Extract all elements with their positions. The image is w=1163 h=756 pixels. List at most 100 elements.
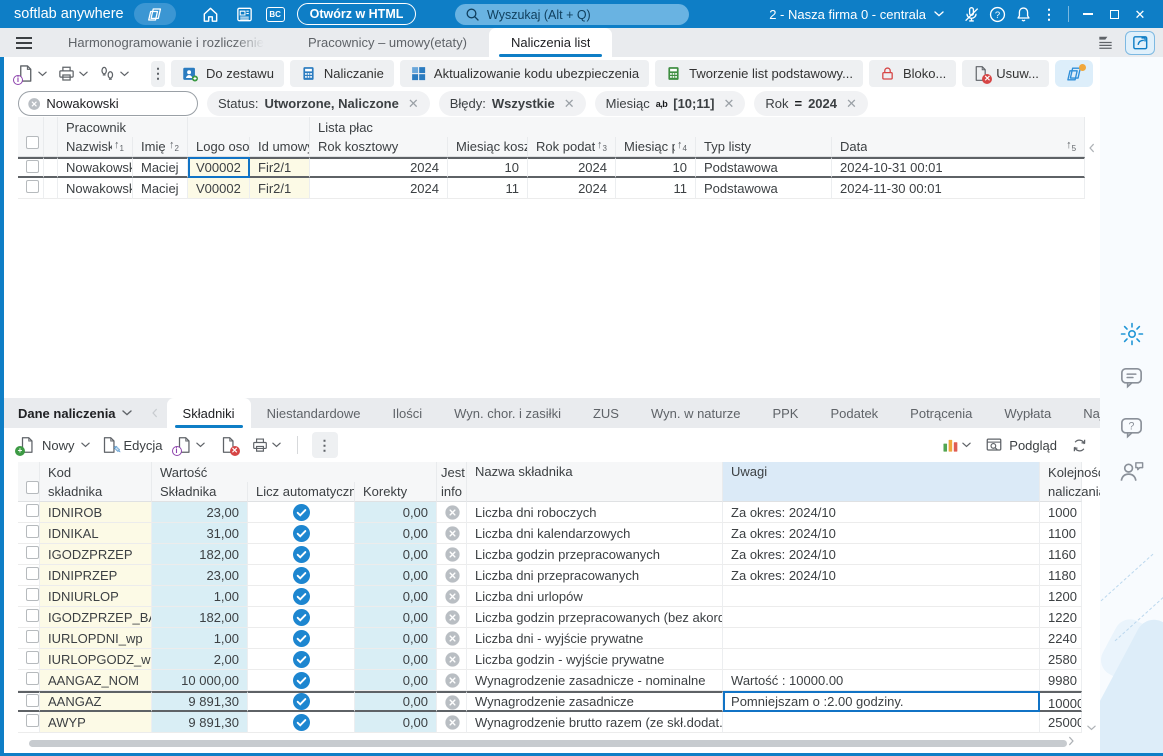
row-checkbox[interactable] xyxy=(18,523,40,544)
cell-nazwa[interactable]: Liczba dni roboczych xyxy=(467,502,724,523)
cell-korekty[interactable]: 0,00 xyxy=(355,565,438,586)
global-search[interactable]: Wyszukaj (Alt + Q) xyxy=(455,4,689,25)
cell-nazwa[interactable]: Liczba dni kalendarzowych xyxy=(467,523,724,544)
cell-rok-kosztowy[interactable]: 2024 xyxy=(310,178,448,199)
col-typ-listy[interactable]: Typ listy xyxy=(696,137,832,157)
col-imie[interactable]: Imię ↑2 xyxy=(133,137,188,157)
cell-rok-podatkowy[interactable]: 2024 xyxy=(528,157,616,178)
table-row[interactable]: IGODZPRZEP 182,00 0,00 Liczba godzin prz… xyxy=(18,544,1083,565)
col-id-umowy[interactable]: Id umowy xyxy=(250,137,310,157)
print-button[interactable] xyxy=(55,64,90,83)
clear-search-icon[interactable] xyxy=(28,97,40,111)
cell-licz-automatycznie[interactable] xyxy=(248,712,355,734)
cell-jest-info[interactable] xyxy=(437,586,468,607)
scroll-right-icon[interactable] xyxy=(1067,738,1076,744)
cell-korekty[interactable]: 0,00 xyxy=(355,712,438,734)
cell-nazwa[interactable]: Wynagrodzenie zasadnicze - nominalne xyxy=(467,670,724,691)
filter-chip-miesiac[interactable]: Miesiąc a,b [10;11] ✕ xyxy=(594,91,746,116)
do-zestawu-button[interactable]: Do zestawu xyxy=(171,60,284,87)
naliczanie-button[interactable]: Naliczanie xyxy=(289,60,394,87)
cell-korekty[interactable]: 0,00 xyxy=(355,502,438,523)
cell-nazwa[interactable]: Liczba dni urlopów xyxy=(467,586,724,607)
select-all-checkbox[interactable] xyxy=(18,462,40,502)
cell-kod[interactable]: IGODZPRZEP_BA xyxy=(40,607,152,628)
cell-kolejnosc[interactable]: 1200 xyxy=(1040,586,1083,607)
main-menu-button[interactable] xyxy=(0,28,46,57)
chip-close-icon[interactable]: ✕ xyxy=(408,96,419,112)
cell-jest-info[interactable] xyxy=(437,607,468,628)
cell-kolejnosc[interactable]: 1100 xyxy=(1040,523,1083,544)
col-kolejnosc-line2[interactable]: naliczania xyxy=(1040,482,1106,502)
help-button[interactable] xyxy=(984,2,1010,26)
col-kod-line2[interactable]: składnika xyxy=(40,482,152,502)
cell-jest-info[interactable] xyxy=(437,544,468,565)
cell-nazwa[interactable]: Liczba godzin - wyjście prywatne xyxy=(467,649,724,670)
cell-nazwa[interactable]: Liczba godzin przepracowanych xyxy=(467,544,724,565)
contact-support-button[interactable] xyxy=(1117,457,1146,486)
cell-kod[interactable]: IDNIPRZEP xyxy=(40,565,152,586)
cell-id-umowy[interactable]: Fir2/1 xyxy=(250,178,310,199)
cell-korekty[interactable]: 0,00 xyxy=(355,670,438,691)
cell-nazwa[interactable]: Wynagrodzenie zasadnicze xyxy=(467,691,724,713)
print-components-button[interactable] xyxy=(249,436,283,454)
cell-nazwa[interactable]: Liczba godzin przepracowanych (bez akord… xyxy=(467,607,724,628)
horizontal-scrollbar[interactable] xyxy=(29,740,1067,747)
col-uwagi[interactable]: Uwagi xyxy=(723,462,1041,502)
col-nazwa-skladnika[interactable]: Nazwa składnika xyxy=(467,462,724,502)
cell-miesiac-kosztowy[interactable]: 10 xyxy=(448,157,528,178)
list-search-box[interactable] xyxy=(18,91,198,116)
chip-close-icon[interactable]: ✕ xyxy=(723,96,734,112)
cell-licz-automatycznie[interactable] xyxy=(248,628,355,649)
select-all-checkbox[interactable] xyxy=(18,117,44,157)
tab-wyplata[interactable]: Wypłata xyxy=(988,398,1067,428)
cell-jest-info[interactable] xyxy=(437,565,468,586)
cell-korekty[interactable]: 0,00 xyxy=(355,523,438,544)
feedback-button[interactable] xyxy=(1117,363,1146,392)
cell-miesiac-podatkowy[interactable]: 11 xyxy=(616,178,696,199)
list-search-input[interactable] xyxy=(46,96,188,111)
cell-data[interactable]: 2024-11-30 00:01 xyxy=(832,178,1086,199)
cell-licz-automatycznie[interactable] xyxy=(248,565,355,586)
cell-licz-automatycznie[interactable] xyxy=(248,586,355,607)
cell-uwagi[interactable]: Pomniejszam o :2.00 godziny. xyxy=(723,691,1041,713)
cell-typ-listy[interactable]: Podstawowa xyxy=(696,178,832,199)
cell-jest-info[interactable] xyxy=(437,691,468,713)
table-row[interactable]: Nowakowski Maciej V00002 Fir2/1 2024 11 … xyxy=(18,178,1086,199)
cell-kolejnosc[interactable]: 1220 xyxy=(1040,607,1083,628)
col-skladnika[interactable]: Składnika xyxy=(152,482,248,502)
table-row[interactable]: IDNIROB 23,00 0,00 Liczba dni roboczych … xyxy=(18,502,1083,523)
row-checkbox[interactable] xyxy=(18,544,40,565)
row-checkbox[interactable] xyxy=(18,178,44,199)
cell-kolejnosc[interactable]: 10000 xyxy=(1040,691,1083,713)
more-options-button[interactable]: ⋮ xyxy=(1036,2,1062,26)
cell-jest-info[interactable] xyxy=(437,523,468,544)
col-data[interactable]: Data ↑5 xyxy=(832,137,1086,157)
col-logo-osoby[interactable]: Logo osoby xyxy=(188,137,250,157)
components-more-button[interactable]: ⋮ xyxy=(311,432,338,458)
cell-licz-automatycznie[interactable] xyxy=(248,523,355,544)
cell-kod[interactable]: IDNIURLOP xyxy=(40,586,152,607)
col-miesiac-kosztowy[interactable]: Miesiąc kosztowy xyxy=(448,137,528,157)
tab-zus[interactable]: ZUS xyxy=(577,398,635,428)
table-row[interactable]: IURLOPGODZ_wp 2,00 0,00 Liczba godzin - … xyxy=(18,649,1083,670)
cell-nazwisko[interactable]: Nowakowski xyxy=(58,178,133,199)
row-checkbox[interactable] xyxy=(18,670,40,691)
filter-chip-bledy[interactable]: Błędy: Wszystkie ✕ xyxy=(438,91,586,116)
scroll-down-icon[interactable] xyxy=(1087,725,1096,731)
cell-nazwa[interactable]: Liczba dni przepracowanych xyxy=(467,565,724,586)
cell-kolejnosc[interactable]: 1000 xyxy=(1040,502,1083,523)
row-checkbox[interactable] xyxy=(18,502,40,523)
preview-button[interactable]: Podgląd xyxy=(985,436,1057,454)
microphone-muted-button[interactable] xyxy=(958,2,984,26)
open-in-new-window-button[interactable] xyxy=(1125,30,1155,55)
notifications-button[interactable] xyxy=(1010,2,1036,26)
cell-data[interactable]: 2024-10-31 00:01 xyxy=(832,157,1086,178)
tworzenie-list-button[interactable]: Tworzenie list podstawowy... xyxy=(655,60,863,87)
cell-uwagi[interactable] xyxy=(723,586,1041,607)
row-checkbox[interactable] xyxy=(18,649,40,670)
help-chat-button[interactable] xyxy=(1117,413,1146,442)
col-miesiac-podatkowy[interactable]: Miesiąc podatkowy↑4 xyxy=(616,137,696,157)
row-checkbox[interactable] xyxy=(18,712,40,734)
cell-jest-info[interactable] xyxy=(437,649,468,670)
cell-uwagi[interactable] xyxy=(723,649,1041,670)
